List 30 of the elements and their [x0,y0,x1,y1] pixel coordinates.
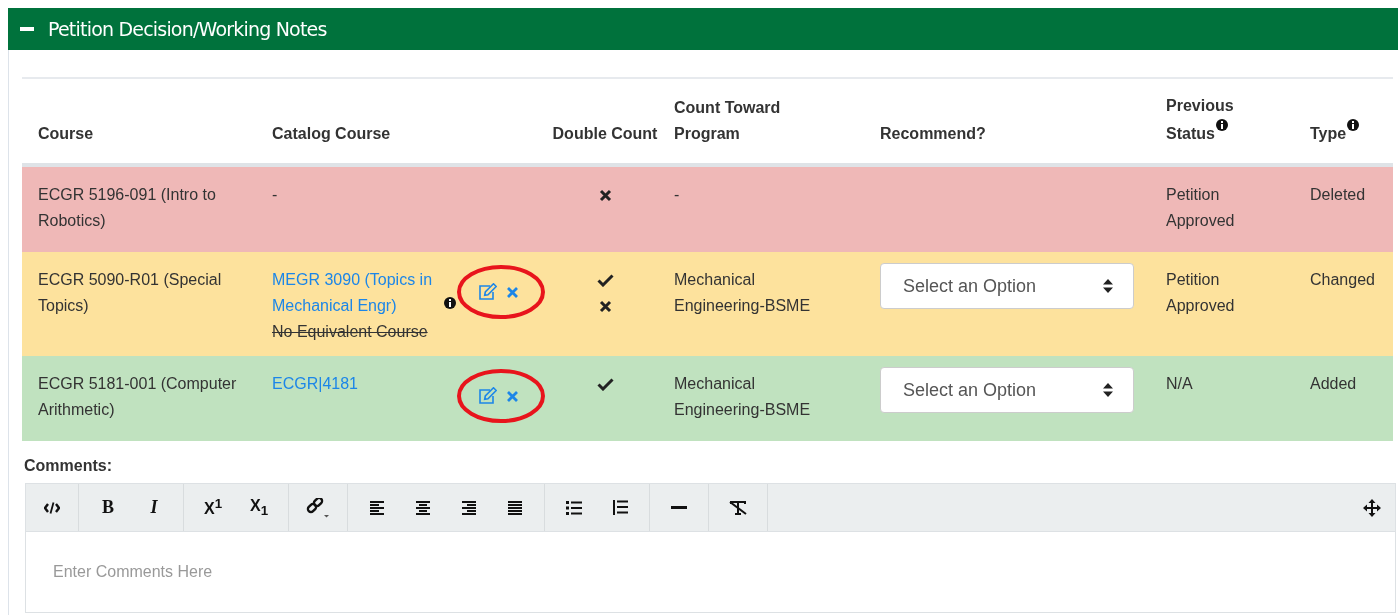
program-cell: Mechanical Engineering-BSME [674,375,811,418]
column-header: Type [1310,119,1360,147]
course-cell-text: ECGR 5196-091 (Intro to Robotics) [38,185,217,231]
column-header: Catalog Course [272,124,391,144]
course-cell-text: ECGR 5181-001 (Computer Arithmetic) [38,374,238,420]
bold-button[interactable]: B [87,484,129,531]
status-cell: Petition Approved [1166,186,1235,229]
status-cell: N/A [1166,375,1193,392]
panel-header[interactable]: Petition Decision/Working Notes [8,8,1398,50]
type-cell: Deleted [1310,186,1366,203]
program-cell: - [674,186,680,203]
status-cell: Petition Approved [1166,271,1235,314]
subscript-button[interactable]: X$_{1}$ [238,484,280,531]
recommend-select[interactable]: Select an Option [880,367,1134,413]
struck-catalog-text: No Equivalent Course [272,322,428,342]
superscript-button[interactable]: X$^{1}$ [192,484,234,531]
panel-title: Petition Decision/Working Notes [48,18,327,40]
course-cell-text: ECGR 5090-R01 (Special Topics) [38,270,223,316]
comments-label: Comments: [24,457,113,475]
program-cell: Mechanical Engineering-BSME [674,271,811,314]
column-header: Previous Status [1166,96,1235,144]
column-header: Course [38,124,94,144]
column-header: Recommend? [880,124,986,144]
column-header: Double Count [552,124,658,144]
recommend-select[interactable]: Select an Option [880,263,1134,309]
catalog-cell-text: - [272,185,278,205]
italic-button[interactable]: I [133,484,175,531]
column-header: Count Toward Program [674,98,782,144]
type-cell: Added [1310,375,1357,392]
type-cell: Changed [1310,271,1375,288]
